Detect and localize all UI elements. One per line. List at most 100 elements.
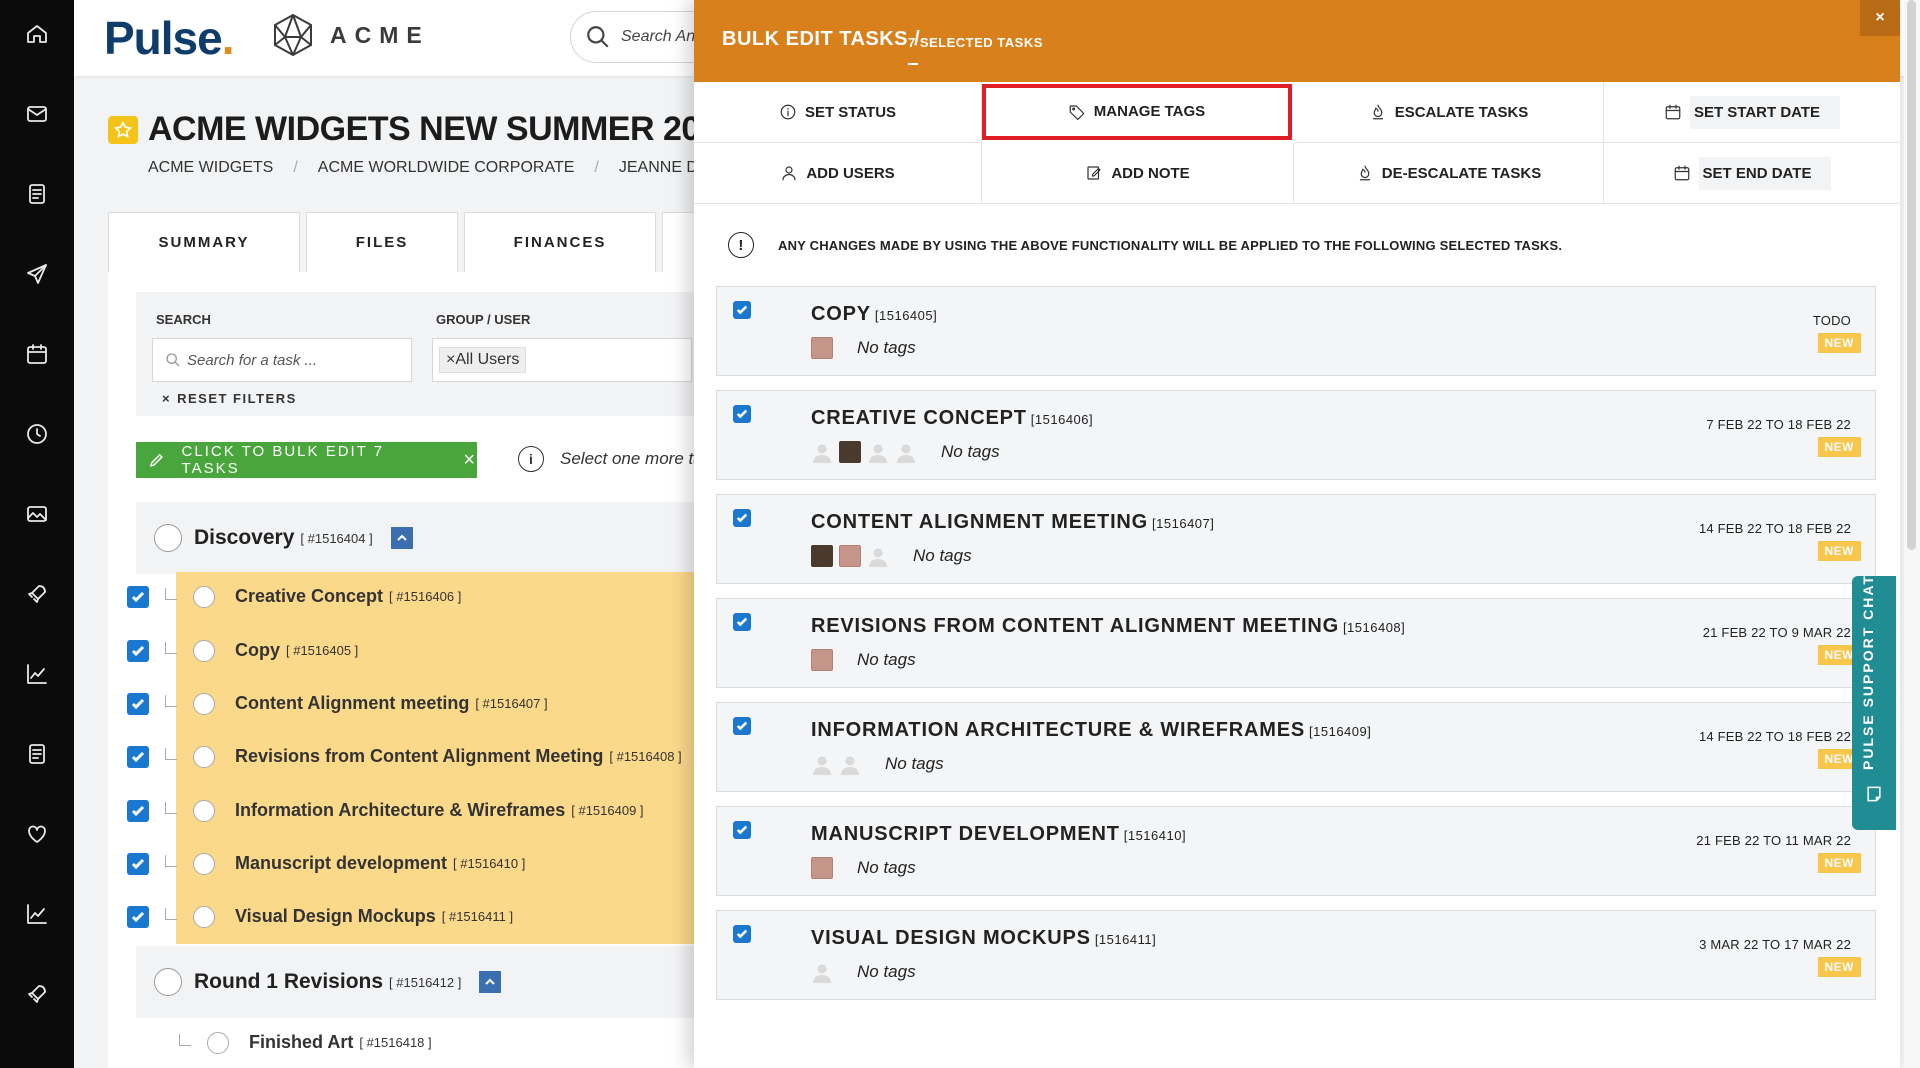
report-icon[interactable] <box>0 734 74 774</box>
task-search-placeholder: Search for a task ... <box>187 351 318 369</box>
support-chat-label: PULSE SUPPORT CHAT <box>1860 574 1876 770</box>
task-row: Content Alignment meeting [ #1516407 ] <box>127 677 707 730</box>
task-checkbox[interactable] <box>733 301 751 319</box>
group-name[interactable]: Round 1 Revisions <box>194 970 383 994</box>
escalate-tasks-button[interactable]: ESCALATE TASKS <box>1294 82 1604 143</box>
task-title: CREATIVE CONCEPT [1516406] <box>811 407 1093 430</box>
rocket-icon[interactable] <box>0 574 74 614</box>
task-complete-toggle[interactable] <box>193 585 215 608</box>
tree-connector <box>165 747 177 760</box>
task-complete-toggle[interactable] <box>193 799 215 822</box>
collapse-icon[interactable] <box>479 971 502 993</box>
task-checkbox[interactable] <box>127 585 149 608</box>
reset-filters-button[interactable]: × RESET FILTERS <box>162 391 297 406</box>
user-placeholder-icon <box>811 441 833 463</box>
task-checkbox[interactable] <box>127 852 149 875</box>
tab-summary[interactable]: SUMMARY <box>108 212 300 272</box>
all-users-chip[interactable]: ×All Users <box>439 347 527 373</box>
task-id: [1516407] <box>1152 516 1215 531</box>
task-date-range: 21 FEB 22 TO 9 MAR 22 <box>1702 625 1851 640</box>
task-date-range: 21 FEB 22 TO 11 MAR 22 <box>1696 833 1851 848</box>
task-checkbox[interactable] <box>733 405 751 423</box>
bulk-edit-button[interactable]: CLICK TO BULK EDIT 7 TASKS × <box>136 442 477 478</box>
favorite-star-icon[interactable] <box>108 116 138 144</box>
scrollbar[interactable] <box>1904 0 1920 1068</box>
task-title: INFORMATION ARCHITECTURE & WIREFRAMES [15… <box>811 719 1371 742</box>
user-placeholder-icon <box>839 753 861 775</box>
task-search-input[interactable]: Search for a task ... <box>152 338 412 382</box>
task-complete-toggle[interactable] <box>193 905 215 928</box>
bulk-edit-close-icon[interactable]: × <box>463 449 477 472</box>
task-complete-toggle[interactable] <box>207 1031 229 1054</box>
selected-task-card: CREATIVE CONCEPT [1516406] No tags 7 FEB 22… <box>716 390 1876 480</box>
group-name[interactable]: Discovery <box>194 526 294 550</box>
analytics-icon[interactable] <box>0 894 74 934</box>
task-complete-toggle[interactable] <box>193 745 215 768</box>
tags-text: No tags <box>941 442 1000 461</box>
set-status-button[interactable]: SET STATUS <box>694 82 982 143</box>
task-id: [ #1516407 ] <box>475 696 548 711</box>
task-checkbox[interactable] <box>127 799 149 822</box>
task-complete-toggle[interactable] <box>193 692 215 715</box>
calendar-icon[interactable] <box>0 334 74 374</box>
task-name[interactable]: Finished Art <box>249 1032 353 1053</box>
close-button[interactable]: × <box>1860 0 1900 36</box>
document-icon[interactable] <box>0 174 74 214</box>
task-name[interactable]: Information Architecture & Wireframes <box>235 800 565 821</box>
task-checkbox[interactable] <box>733 925 751 943</box>
de-escalate-tasks-button[interactable]: DE-ESCALATE TASKS <box>1294 143 1604 204</box>
manage-tags-button[interactable]: MANAGE TAGS <box>982 84 1292 140</box>
page-title: ACME WIDGETS NEW SUMMER 2022 I <box>148 110 755 148</box>
chart-icon[interactable] <box>0 654 74 694</box>
home-icon[interactable] <box>0 14 74 54</box>
tag-icon <box>1069 104 1085 120</box>
image-icon[interactable] <box>0 494 74 534</box>
task-checkbox[interactable] <box>127 745 149 768</box>
breadcrumb-item[interactable]: ACME WORLDWIDE CORPORATE <box>318 159 575 177</box>
user-placeholder-icon <box>867 545 889 567</box>
task-complete-toggle[interactable] <box>193 639 215 662</box>
group-complete-toggle[interactable] <box>154 524 182 552</box>
group-user-select[interactable]: ×All Users <box>432 338 692 382</box>
launch-icon[interactable] <box>0 974 74 1014</box>
group-id: [ #1516404 ] <box>300 530 373 546</box>
task-checkbox[interactable] <box>127 905 149 928</box>
set-end-date-button[interactable]: SET END DATE <box>1604 143 1900 204</box>
send-icon[interactable] <box>0 254 74 294</box>
task-name[interactable]: Manuscript development <box>235 853 447 874</box>
clock-icon[interactable] <box>0 414 74 454</box>
add-users-button[interactable]: ADD USERS <box>694 143 982 204</box>
task-name[interactable]: Visual Design Mockups <box>235 906 436 927</box>
tab-finances[interactable]: FINANCES <box>464 212 656 272</box>
manage-tags-label: MANAGE TAGS <box>1093 103 1206 120</box>
collapse-icon[interactable] <box>390 527 413 549</box>
set-start-date-button[interactable]: SET START DATE <box>1604 82 1900 143</box>
task-checkbox[interactable] <box>733 821 751 839</box>
task-date-range: 3 MAR 22 TO 17 MAR 22 <box>1699 937 1851 952</box>
task-complete-toggle[interactable] <box>193 852 215 875</box>
tab-files[interactable]: FILES <box>306 212 458 272</box>
add-note-button[interactable]: ADD NOTE <box>982 143 1294 204</box>
task-name: CONTENT ALIGNMENT MEETING <box>811 511 1149 533</box>
task-name[interactable]: Revisions from Content Alignment Meeting <box>235 746 603 767</box>
breadcrumb-separator: / <box>594 159 599 176</box>
task-checkbox[interactable] <box>127 692 149 715</box>
mail-icon[interactable] <box>0 94 74 134</box>
chip-remove-icon[interactable]: × <box>446 351 455 368</box>
scrollbar-thumb[interactable] <box>1907 0 1916 550</box>
group-complete-toggle[interactable] <box>154 968 182 996</box>
support-chat-tab[interactable]: PULSE SUPPORT CHAT <box>1852 574 1896 830</box>
breadcrumb-item[interactable]: ACME WIDGETS <box>148 159 273 177</box>
pulse-logo[interactable]: Pulse. <box>104 11 234 65</box>
task-name[interactable]: Content Alignment meeting <box>235 693 469 714</box>
tree-connector <box>165 694 177 707</box>
task-name[interactable]: Copy <box>235 640 280 661</box>
assignee-list: No tags <box>811 337 916 359</box>
task-name[interactable]: Creative Concept <box>235 586 383 607</box>
bulk-edit-label: CLICK TO BULK EDIT 7 TASKS <box>181 443 385 477</box>
task-checkbox[interactable] <box>733 509 751 527</box>
heart-icon[interactable] <box>0 814 74 854</box>
task-checkbox[interactable] <box>733 717 751 735</box>
task-checkbox[interactable] <box>127 639 149 662</box>
task-checkbox[interactable] <box>733 613 751 631</box>
